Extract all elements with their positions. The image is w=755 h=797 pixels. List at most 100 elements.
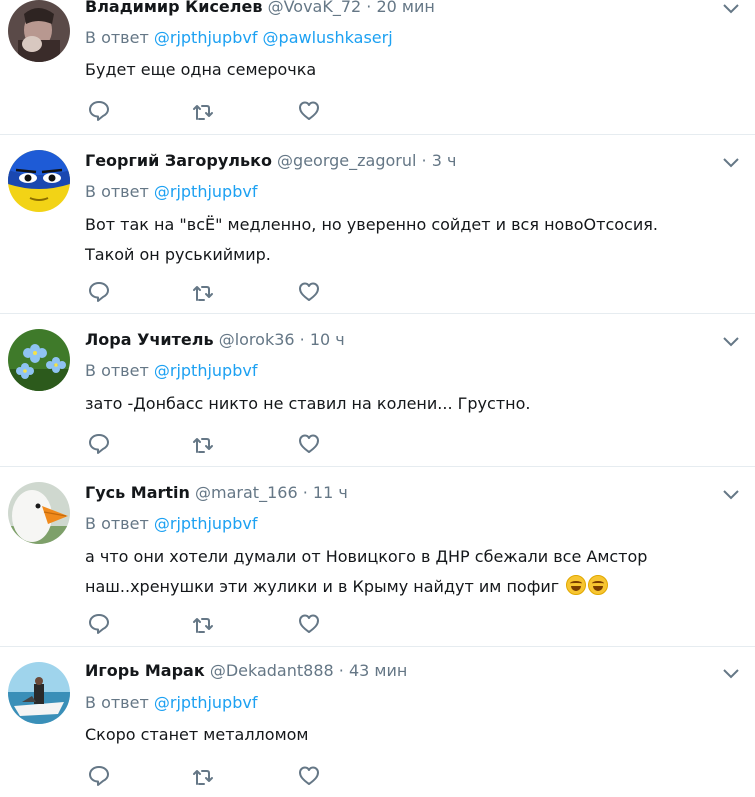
chevron-down-icon[interactable]: [721, 663, 741, 683]
reply-button[interactable]: [87, 612, 113, 636]
avatar[interactable]: [8, 0, 70, 62]
like-button[interactable]: [297, 612, 323, 636]
separator: ·: [299, 330, 305, 349]
tweet[interactable]: Гусь Martin @marat_166 · 11 ч В ответ @r…: [0, 467, 755, 647]
mention-link[interactable]: @rjpthjupbvf: [154, 514, 258, 533]
reply-button[interactable]: [87, 432, 113, 456]
user-handle[interactable]: @george_zagorul: [277, 151, 416, 170]
tweet-text: зато -Донбасс никто не ставил на колени.…: [85, 389, 735, 419]
reply-icon: [89, 766, 109, 786]
mention-link[interactable]: @rjpthjupbvf: [154, 693, 258, 712]
avatar[interactable]: [8, 329, 70, 391]
retweet-button[interactable]: [191, 612, 217, 636]
reply-context: В ответ @rjpthjupbvf @pawlushkaserj: [85, 27, 393, 49]
like-icon: [299, 282, 319, 301]
tweet[interactable]: Георгий Загорулько @george_zagorul · 3 ч…: [0, 135, 755, 314]
separator: ·: [302, 483, 308, 502]
separator: ·: [366, 0, 372, 16]
retweet-icon: [193, 105, 213, 120]
user-name[interactable]: Владимир Киселев: [85, 0, 262, 16]
tweet-text-line: наш..хренушки эти жулики и в Крыму найду…: [85, 577, 560, 596]
reply-context: В ответ @rjpthjupbvf: [85, 692, 257, 714]
chevron-down-icon[interactable]: [721, 152, 741, 172]
avatar[interactable]: [8, 150, 70, 212]
reply-prefix: В ответ: [85, 514, 149, 533]
reply-icon: [89, 101, 109, 121]
tweet-header: Лора Учитель @lorok36 · 10 ч: [85, 329, 345, 351]
user-handle[interactable]: @VovaK_72: [268, 0, 362, 16]
timestamp[interactable]: 3 ч: [432, 151, 457, 170]
reply-context: В ответ @rjpthjupbvf: [85, 181, 257, 203]
tweet-header: Игорь Марак @Dekadant888 · 43 мин: [85, 660, 407, 682]
like-button[interactable]: [297, 764, 323, 788]
reply-button[interactable]: [87, 764, 113, 788]
like-button[interactable]: [297, 99, 323, 123]
user-handle[interactable]: @lorok36: [219, 330, 295, 349]
like-button[interactable]: [297, 280, 323, 304]
like-icon: [299, 614, 319, 633]
tweet-actions: [85, 280, 345, 304]
user-name[interactable]: Игорь Марак: [85, 661, 205, 680]
avatar[interactable]: [8, 482, 70, 544]
reply-prefix: В ответ: [85, 361, 149, 380]
mention-link[interactable]: @pawlushkaserj: [263, 28, 393, 47]
separator: ·: [338, 661, 344, 680]
tweet[interactable]: Владимир Киселев @VovaK_72 · 20 мин В от…: [0, 0, 755, 135]
mention-link[interactable]: @rjpthjupbvf: [154, 361, 258, 380]
tweet-actions: [85, 99, 345, 123]
tweet-text-line: а что они хотели думали от Новицкого в Д…: [85, 547, 648, 566]
retweet-icon: [193, 618, 213, 633]
retweet-button[interactable]: [191, 99, 217, 123]
mention-link[interactable]: @rjpthjupbvf: [154, 182, 258, 201]
reply-button[interactable]: [87, 99, 113, 123]
timestamp[interactable]: 10 ч: [310, 330, 345, 349]
retweet-button[interactable]: [191, 432, 217, 456]
timestamp[interactable]: 11 ч: [313, 483, 348, 502]
tweet-text-line: Такой он руськиймир.: [85, 245, 271, 264]
tweet[interactable]: Игорь Марак @Dekadant888 · 43 мин В отве…: [0, 647, 755, 797]
tweet-replies-feed: Владимир Киселев @VovaK_72 · 20 мин В от…: [0, 0, 755, 797]
reply-context: В ответ @rjpthjupbvf: [85, 360, 257, 382]
user-name[interactable]: Лора Учитель: [85, 330, 214, 349]
reply-prefix: В ответ: [85, 182, 149, 201]
blue-yellow-face-icon: [8, 150, 70, 212]
reply-icon: [89, 434, 109, 454]
user-name[interactable]: Гусь Martin: [85, 483, 190, 502]
chevron-down-icon[interactable]: [721, 0, 741, 18]
retweet-button[interactable]: [191, 280, 217, 304]
reply-button[interactable]: [87, 280, 113, 304]
tweet-header: Гусь Martin @marat_166 · 11 ч: [85, 482, 348, 504]
avatar[interactable]: [8, 662, 70, 724]
tweet-text-line: зато -Донбасс никто не ставил на колени.…: [85, 394, 531, 413]
tweet[interactable]: Лора Учитель @lorok36 · 10 ч В ответ @rj…: [0, 314, 755, 467]
tweet-text-line: Скоро станет металломом: [85, 725, 309, 744]
user-handle[interactable]: @Dekadant888: [210, 661, 334, 680]
tweet-text: Будет еще одна семерочка: [85, 55, 735, 85]
chevron-down-icon[interactable]: [721, 484, 741, 504]
tweet-text-line: Вот так на "всЁ" медленно, но уверенно с…: [85, 215, 658, 234]
tweet-text-line-with-emoji: наш..хренушки эти жулики и в Крыму найду…: [85, 572, 735, 602]
retweet-button[interactable]: [191, 764, 217, 788]
reply-prefix: В ответ: [85, 693, 149, 712]
forget-me-not-flowers-icon: [8, 329, 70, 391]
mention-link[interactable]: @rjpthjupbvf: [154, 28, 258, 47]
like-icon: [299, 101, 319, 120]
rolling-on-floor-laughing-emoji-icon: [566, 575, 587, 595]
tweet-actions: [85, 612, 345, 636]
timestamp[interactable]: 43 мин: [349, 661, 407, 680]
tweet-actions: [85, 432, 345, 456]
person-photo-icon: [8, 0, 70, 62]
tears-of-joy-emoji-icon: [588, 575, 609, 595]
retweet-icon: [193, 286, 213, 301]
timestamp[interactable]: 20 мин: [376, 0, 434, 16]
retweet-icon: [193, 438, 213, 453]
user-name[interactable]: Георгий Загорулько: [85, 151, 272, 170]
chevron-down-icon[interactable]: [721, 331, 741, 351]
tweet-header: Георгий Загорулько @george_zagorul · 3 ч: [85, 150, 456, 172]
tweet-text: а что они хотели думали от Новицкого в Д…: [85, 542, 735, 602]
like-icon: [299, 434, 319, 453]
user-handle[interactable]: @marat_166: [195, 483, 298, 502]
goose-icon: [8, 482, 70, 544]
reply-prefix: В ответ: [85, 28, 149, 47]
like-button[interactable]: [297, 432, 323, 456]
